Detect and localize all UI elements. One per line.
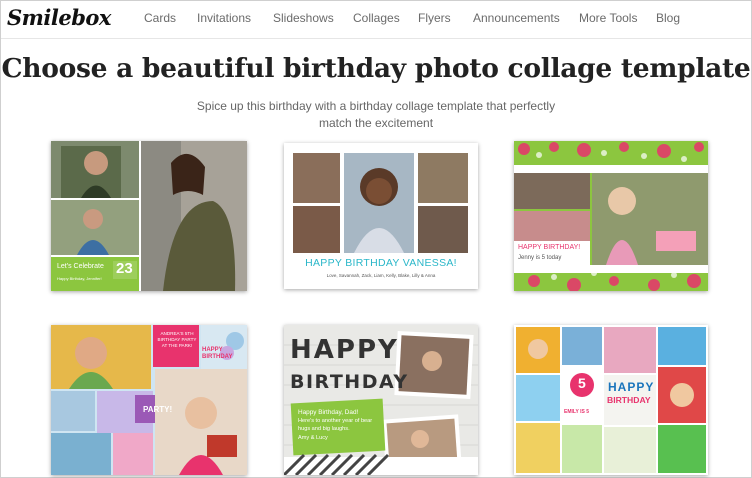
card-subcaption: Happy Birthday, Jennifer! <box>57 276 102 281</box>
card-title-happy: HAPPY <box>608 380 655 394</box>
nav-item-flyers[interactable]: Flyers <box>418 11 451 25</box>
nav-item-announcements[interactable]: Announcements <box>473 11 560 25</box>
top-navigation-bar: Smilebox Cards Invitations Slideshows Co… <box>1 1 751 39</box>
nav-item-slideshows[interactable]: Slideshows <box>273 11 334 25</box>
card-caption: HAPPY BIRTHDAY! <box>518 244 581 251</box>
card-subcaption: HAPPY BIRTHDAY <box>202 347 233 360</box>
main-nav: Cards Invitations Slideshows Collages Fl… <box>1 1 751 39</box>
subtitle-line-2: match the excitement <box>318 116 434 130</box>
template-card-dad[interactable]: HAPPY BIRTHDAY Happy Birthday, Dad! Here… <box>284 325 478 475</box>
template-card-lets-celebrate[interactable]: Let's Celebrate 23 Happy Birthday, Jenni… <box>51 141 247 291</box>
card-title-birthday: BIRTHDAY <box>290 371 409 393</box>
card-caption: Happy Birthday, Dad! <box>298 409 359 416</box>
card-caption: EMILY IS 5 <box>564 409 590 415</box>
page-subtitle: Spice up this birthday with a birthday c… <box>1 98 751 132</box>
card-number: 23 <box>116 260 133 277</box>
template-card-jenny[interactable]: HAPPY BIRTHDAY! Jenny is 5 today <box>514 141 708 291</box>
card-title-happy: HAPPY <box>290 335 399 365</box>
subtitle-line-1: Spice up this birthday with a birthday c… <box>196 99 556 113</box>
card-party-label: PARTY! <box>143 405 173 414</box>
card-subcaption: Love, Savannah, Zack, Liam, Kelly, Blake… <box>326 273 436 278</box>
card-caption-line3: hugs and big laughs. <box>298 426 350 432</box>
nav-item-more-tools[interactable]: More Tools <box>579 11 637 25</box>
template-card-andrea[interactable]: ANDREA'S 5TH BIRTHDAY PARTY AT THE PARK!… <box>51 325 247 475</box>
collage-preview <box>514 141 708 291</box>
card-signature: Amy & Lucy <box>298 435 328 441</box>
nav-item-blog[interactable]: Blog <box>656 11 680 25</box>
template-card-emily[interactable]: 5 HAPPY BIRTHDAY EMILY IS 5 <box>514 325 708 475</box>
nav-item-invitations[interactable]: Invitations <box>197 11 251 25</box>
card-title-birthday: BIRTHDAY <box>607 395 651 405</box>
card-number: 5 <box>578 375 586 391</box>
nav-item-collages[interactable]: Collages <box>353 11 400 25</box>
card-caption: ANDREA'S 5TH BIRTHDAY PARTY AT THE PARK! <box>157 331 197 348</box>
nav-item-cards[interactable]: Cards <box>144 11 176 25</box>
card-subcaption: Jenny is 5 today <box>518 255 562 261</box>
card-caption: HAPPY BIRTHDAY VANESSA! <box>305 257 457 269</box>
card-caption-line2: Here's to another year of bear <box>298 418 373 424</box>
page-title: Choose a beautiful birthday photo collag… <box>1 53 751 84</box>
template-card-vanessa[interactable]: HAPPY BIRTHDAY VANESSA! Love, Savannah, … <box>284 143 478 289</box>
card-caption: Let's Celebrate <box>57 263 104 270</box>
